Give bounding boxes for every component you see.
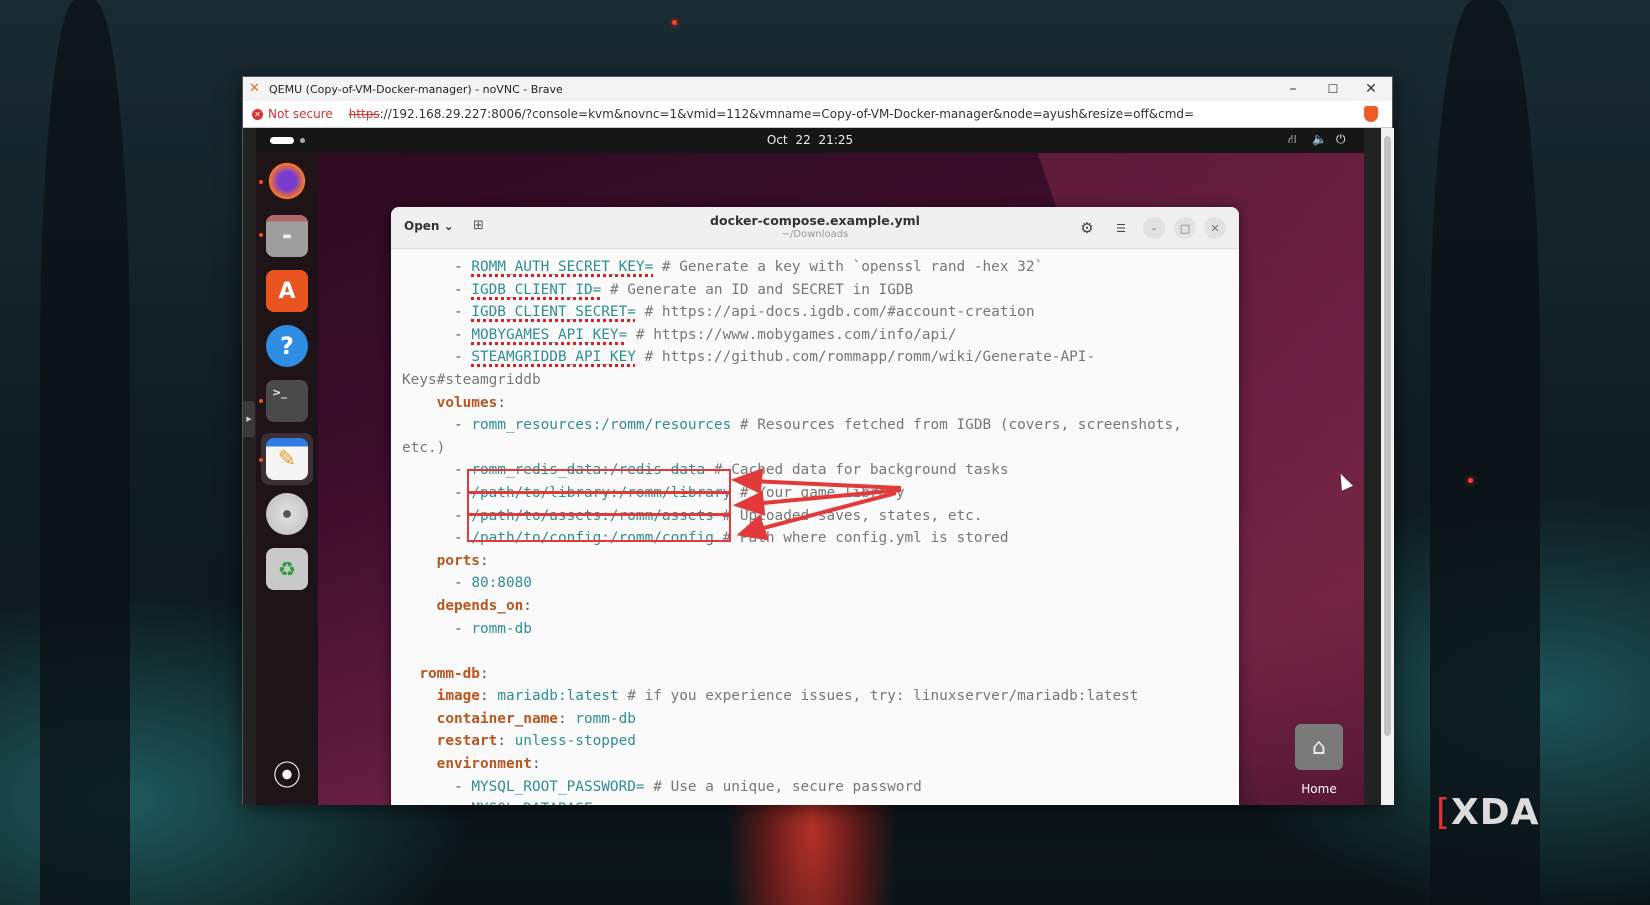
close-button[interactable]: ✕ [1352,77,1390,101]
url-text: ://192.168.29.227:8006/?console=kvm&novn… [379,107,1195,121]
vnc-viewport[interactable]: ▶ Oct 22 21:25 ⛙ 🔈 ⏻ 🦊 ▬ A ? >_ ✎ ◉ ♻ ⦿ … [243,128,1394,805]
network-icon[interactable]: ⛙ [1288,132,1296,148]
running-indicator [259,458,263,462]
arrow-head [732,490,766,516]
annotation-arrows [730,468,902,541]
arrow-head [730,468,764,495]
ubuntu-desktop: Oct 22 21:25 ⛙ 🔈 ⏻ 🦊 ▬ A ? >_ ✎ ◉ ♻ ⦿ Op… [256,128,1364,805]
app-center-icon[interactable]: A [266,270,308,312]
xda-logo-text: XDA [1451,792,1540,833]
trash-icon[interactable]: ♻ [266,548,308,590]
disc-icon[interactable]: ◉ [266,493,308,535]
not-secure-icon: ✕ [252,108,263,120]
brave-shield-icon[interactable] [1364,106,1378,122]
firefox-icon[interactable]: 🦊 [266,160,308,202]
background-tree [40,0,130,905]
ember [672,20,677,25]
home-folder-label[interactable]: Home [1279,782,1359,796]
minimize-button[interactable]: – [1274,77,1312,101]
ubuntu-top-bar: Oct 22 21:25 ⛙ 🔈 ⏻ [256,128,1364,153]
help-icon[interactable]: ? [266,325,308,367]
ember [1468,478,1473,483]
qemu-icon: ✕ [249,81,260,96]
browser-window: ✕ QEMU (Copy-of-VM-Docker-manager) - noV… [242,76,1394,805]
clock[interactable]: Oct 22 21:25 [256,133,1364,147]
dock: 🦊 ▬ A ? >_ ✎ ◉ ♻ ⦿ [256,153,318,805]
browser-titlebar: ✕ QEMU (Copy-of-VM-Docker-manager) - noV… [243,77,1392,101]
address-bar[interactable]: ✕ Not secure https://192.168.29.227:8006… [243,101,1392,128]
novnc-sidebar-handle[interactable]: ▶ [243,401,255,437]
show-apps-icon[interactable]: ⦿ [266,753,308,795]
xda-watermark: [XDA [1436,792,1540,833]
power-icon[interactable]: ⏻ [1336,132,1346,147]
arrow-head [736,514,769,541]
not-secure-label[interactable]: Not secure [268,107,333,121]
text-editor-icon[interactable]: ✎ [266,438,308,480]
scrollbar-thumb[interactable] [1384,136,1391,736]
vnc-scrollbar[interactable] [1381,128,1394,805]
maximize-button[interactable]: ☐ [1314,77,1352,101]
running-indicator [259,233,263,237]
home-folder-icon[interactable]: ⌂ [1295,724,1343,770]
terminal-icon[interactable]: >_ [266,380,308,422]
url-scheme: https [348,107,380,121]
background-tree [1430,0,1540,905]
arrow [750,479,902,490]
volume-icon[interactable]: 🔈 [1312,132,1327,146]
window-title: QEMU (Copy-of-VM-Docker-manager) - noVNC… [269,82,563,96]
running-indicator [259,180,263,184]
text-editor-window: Open ⌄ ⊞ docker-compose.example.yml ~/Do… [391,207,1239,805]
files-icon[interactable]: ▬ [266,215,308,257]
running-indicator [259,399,263,403]
